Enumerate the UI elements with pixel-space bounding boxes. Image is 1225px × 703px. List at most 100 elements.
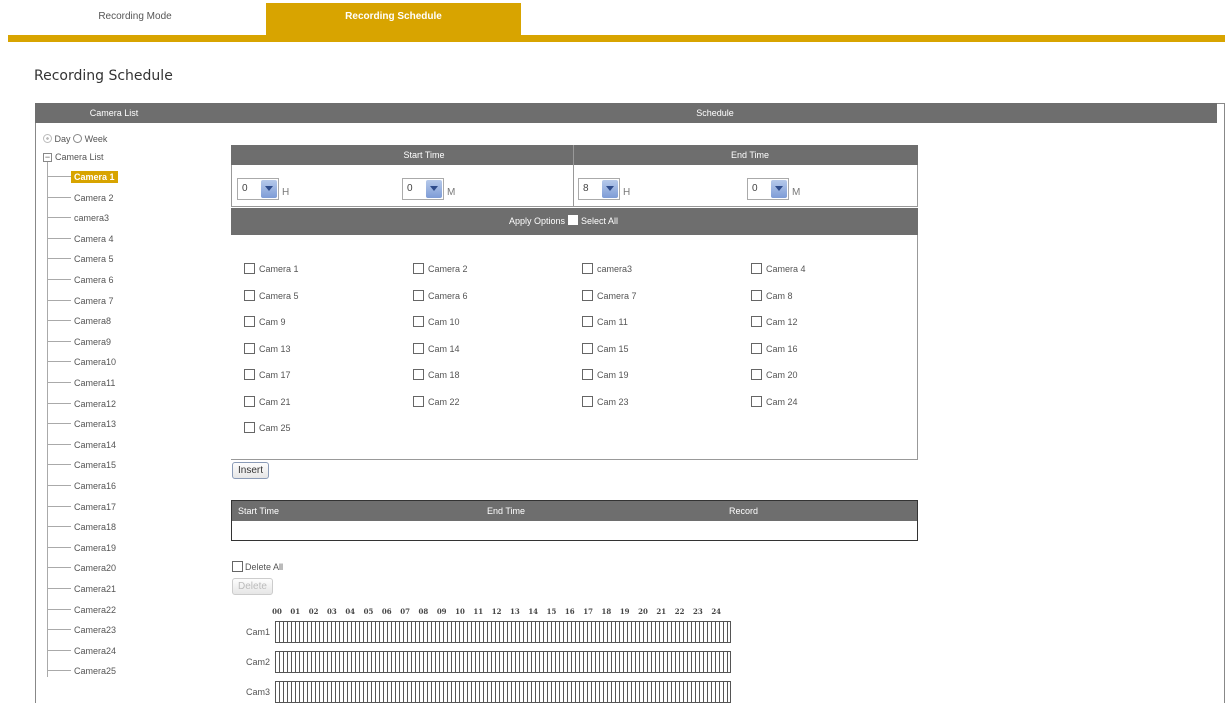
camera-tree-item[interactable]: Camera19 — [47, 543, 119, 553]
apply-camera-option[interactable]: Cam 18 — [413, 369, 460, 380]
start-minute-select[interactable]: 0 — [402, 178, 444, 200]
apply-camera-checkbox[interactable] — [244, 369, 255, 380]
apply-camera-option[interactable]: Cam 21 — [244, 395, 291, 407]
camera-tree-item[interactable]: Camera 4 — [47, 234, 117, 244]
apply-camera-checkbox[interactable] — [244, 316, 255, 327]
chevron-down-icon[interactable] — [771, 180, 787, 198]
tab-recording-mode[interactable]: Recording Mode — [45, 3, 225, 35]
camera-tree-item[interactable]: Camera17 — [47, 502, 119, 512]
camera-tree-item[interactable]: Camera11 — [47, 378, 118, 388]
apply-camera-checkbox[interactable] — [582, 289, 593, 301]
apply-camera-checkbox[interactable] — [751, 263, 762, 274]
camera-tree-item[interactable]: Camera13 — [47, 419, 119, 429]
apply-camera-option[interactable]: Cam 14 — [413, 342, 460, 354]
apply-camera-option[interactable]: Cam 25 — [244, 422, 291, 433]
timeline-grid[interactable] — [275, 621, 731, 643]
tree-branch-line — [47, 258, 71, 260]
apply-camera-checkbox[interactable] — [413, 395, 424, 407]
camera-tree-item[interactable]: Camera14 — [47, 440, 119, 450]
camera-tree-item[interactable]: Camera22 — [47, 605, 119, 615]
select-all-checkbox[interactable] — [568, 215, 579, 225]
chevron-down-icon[interactable] — [602, 180, 618, 198]
apply-camera-option[interactable]: Cam 17 — [244, 369, 291, 380]
apply-camera-checkbox[interactable] — [582, 263, 593, 274]
apply-camera-option[interactable]: Cam 24 — [751, 395, 798, 407]
apply-camera-checkbox[interactable] — [751, 316, 762, 327]
tab-recording-schedule[interactable]: Recording Schedule — [266, 3, 521, 35]
time-header: Start Time End Time — [231, 145, 918, 165]
apply-camera-option[interactable]: Camera 1 — [244, 263, 299, 274]
camera-tree-item[interactable]: Camera 7 — [47, 296, 117, 306]
camera-tree-item[interactable]: Camera 1 — [47, 171, 118, 183]
apply-camera-checkbox[interactable] — [582, 316, 593, 327]
apply-camera-checkbox[interactable] — [413, 369, 424, 380]
chevron-down-icon[interactable] — [426, 180, 442, 198]
week-radio[interactable] — [73, 134, 83, 143]
camera-tree-item[interactable]: Camera15 — [47, 460, 119, 470]
apply-camera-checkbox[interactable] — [582, 342, 593, 354]
apply-camera-checkbox[interactable] — [244, 289, 255, 301]
delete-button[interactable]: Delete — [232, 578, 273, 595]
hour-tick-label: 17 — [583, 607, 593, 616]
camera-tree-item[interactable]: Camera23 — [47, 625, 119, 635]
apply-camera-option[interactable]: Cam 16 — [751, 342, 798, 354]
timeline-grid[interactable] — [275, 651, 731, 673]
apply-camera-option[interactable]: Cam 13 — [244, 342, 291, 354]
apply-camera-option[interactable]: Cam 20 — [751, 369, 798, 380]
camera-tree-item[interactable]: Camera 6 — [47, 275, 117, 285]
apply-camera-checkbox[interactable] — [244, 263, 255, 274]
apply-camera-option[interactable]: Cam 12 — [751, 316, 798, 327]
day-radio[interactable] — [43, 134, 52, 143]
camera-tree-item[interactable]: Camera 2 — [47, 193, 117, 203]
apply-camera-checkbox[interactable] — [751, 395, 762, 407]
apply-camera-option[interactable]: Cam 11 — [582, 316, 628, 327]
apply-camera-option[interactable]: Cam 23 — [582, 395, 629, 407]
apply-camera-option[interactable]: camera3 — [582, 263, 632, 274]
camera-tree-item[interactable]: Camera21 — [47, 584, 119, 594]
apply-camera-checkbox[interactable] — [413, 289, 424, 301]
camera-tree-root[interactable]: − Camera List — [43, 152, 104, 162]
apply-camera-option[interactable]: Camera 2 — [413, 263, 468, 274]
apply-camera-checkbox[interactable] — [582, 395, 593, 407]
insert-button[interactable]: Insert — [232, 462, 270, 479]
apply-camera-option[interactable]: Camera 7 — [582, 289, 637, 301]
apply-camera-option[interactable]: Cam 10 — [413, 316, 460, 327]
apply-camera-option[interactable]: Cam 19 — [582, 369, 629, 380]
apply-camera-checkbox[interactable] — [751, 342, 762, 354]
camera-tree-item[interactable]: Camera16 — [47, 481, 119, 491]
apply-camera-checkbox[interactable] — [244, 395, 255, 407]
hour-tick-label: 14 — [528, 607, 539, 616]
apply-camera-checkbox[interactable] — [413, 316, 424, 327]
apply-camera-option[interactable]: Camera 5 — [244, 289, 299, 301]
apply-camera-option[interactable]: Cam 9 — [244, 316, 286, 327]
camera-tree-item[interactable]: camera3 — [47, 213, 112, 223]
start-hour-select[interactable]: 0 — [237, 178, 279, 200]
apply-camera-option[interactable]: Cam 22 — [413, 395, 460, 407]
delete-all-checkbox[interactable] — [232, 561, 243, 572]
apply-camera-checkbox[interactable] — [751, 289, 762, 301]
camera-tree-item[interactable]: Camera24 — [47, 646, 119, 656]
camera-tree-item[interactable]: Camera18 — [47, 522, 119, 532]
apply-camera-option[interactable]: Cam 15 — [582, 342, 629, 354]
camera-tree-item[interactable]: Camera12 — [47, 399, 119, 409]
apply-camera-checkbox[interactable] — [244, 342, 255, 354]
end-hour-select[interactable]: 8 — [578, 178, 620, 200]
camera-tree-item[interactable]: Camera8 — [47, 316, 114, 326]
end-minute-select[interactable]: 0 — [747, 178, 789, 200]
apply-camera-label: Cam 12 — [766, 317, 798, 327]
apply-camera-checkbox[interactable] — [751, 369, 762, 380]
camera-tree-item[interactable]: Camera25 — [47, 666, 119, 676]
apply-camera-checkbox[interactable] — [413, 263, 424, 274]
camera-tree-item[interactable]: Camera10 — [47, 357, 119, 367]
collapse-icon[interactable]: − — [43, 153, 52, 162]
camera-tree-item[interactable]: Camera9 — [47, 337, 114, 347]
chevron-down-icon[interactable] — [261, 180, 277, 198]
apply-camera-option[interactable]: Cam 8 — [751, 289, 793, 301]
apply-camera-checkbox[interactable] — [244, 422, 255, 433]
apply-camera-option[interactable]: Camera 4 — [751, 263, 806, 274]
camera-tree-item[interactable]: Camera20 — [47, 563, 119, 573]
camera-tree-item[interactable]: Camera 5 — [47, 254, 117, 264]
apply-camera-checkbox[interactable] — [582, 369, 593, 380]
apply-camera-option[interactable]: Camera 6 — [413, 289, 468, 301]
apply-camera-checkbox[interactable] — [413, 342, 424, 354]
